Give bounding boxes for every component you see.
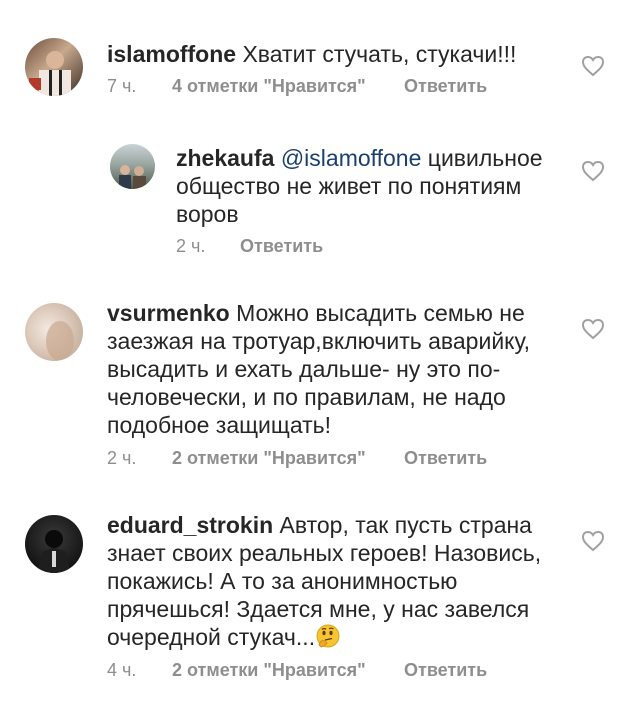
likes-count-link[interactable]: 2 отметки "Нравится"	[172, 660, 366, 681]
username-link[interactable]: eduard_strokin	[107, 512, 273, 538]
avatar-image	[46, 321, 74, 361]
username-link[interactable]: zhekaufa	[176, 145, 274, 171]
thinking-face-emoji	[316, 624, 340, 648]
mention-link[interactable]: @islamoffone	[281, 145, 422, 171]
comment-text-block: vsurmenko Можно высадить семью не заезжа…	[107, 299, 557, 439]
reply-button[interactable]: Ответить	[404, 76, 487, 97]
reply-button[interactable]: Ответить	[404, 448, 487, 469]
avatar-image	[37, 530, 71, 573]
likes-count-link[interactable]: 4 отметки "Нравится"	[172, 76, 366, 97]
username-link[interactable]: vsurmenko	[107, 300, 230, 326]
heart-outline-icon[interactable]	[581, 318, 605, 340]
avatar-eduard-strokin[interactable]	[25, 515, 83, 573]
comment-text-block: eduard_strokin Автор, так пусть страна з…	[107, 511, 557, 651]
avatar-islamoffone[interactable]	[25, 38, 83, 96]
avatar-zhekaufa[interactable]	[110, 144, 155, 189]
comment-time: 2 ч.	[176, 236, 206, 256]
comment-time: 2 ч.	[107, 448, 137, 468]
comment-meta: 2 ч. 2 отметки "Нравится" Ответить	[107, 448, 507, 468]
comment-meta: 7 ч. 4 отметки "Нравится" Ответить	[107, 76, 507, 96]
reply-button[interactable]: Ответить	[240, 236, 323, 257]
heart-outline-icon[interactable]	[581, 530, 605, 552]
comment-meta: 2 ч. Ответить	[176, 236, 476, 256]
avatar-image	[119, 165, 146, 189]
likes-count-link[interactable]: 2 отметки "Нравится"	[172, 448, 366, 469]
comment-time: 7 ч.	[107, 76, 137, 96]
avatar-vsurmenko[interactable]	[25, 303, 83, 361]
heart-outline-icon[interactable]	[581, 160, 605, 182]
comment-text: Хватит стучать, стукачи!!!	[242, 41, 517, 67]
comment-time: 4 ч.	[107, 660, 137, 680]
avatar-image	[29, 51, 71, 96]
comment-text-block: islamoffone Хватит стучать, стукачи!!!	[107, 40, 547, 68]
comment-meta: 4 ч. 2 отметки "Нравится" Ответить	[107, 660, 507, 680]
heart-outline-icon[interactable]	[581, 55, 605, 77]
comment-text-block: zhekaufa @islamoffone цивильное общество…	[176, 144, 576, 228]
reply-button[interactable]: Ответить	[404, 660, 487, 681]
username-link[interactable]: islamoffone	[107, 41, 236, 67]
